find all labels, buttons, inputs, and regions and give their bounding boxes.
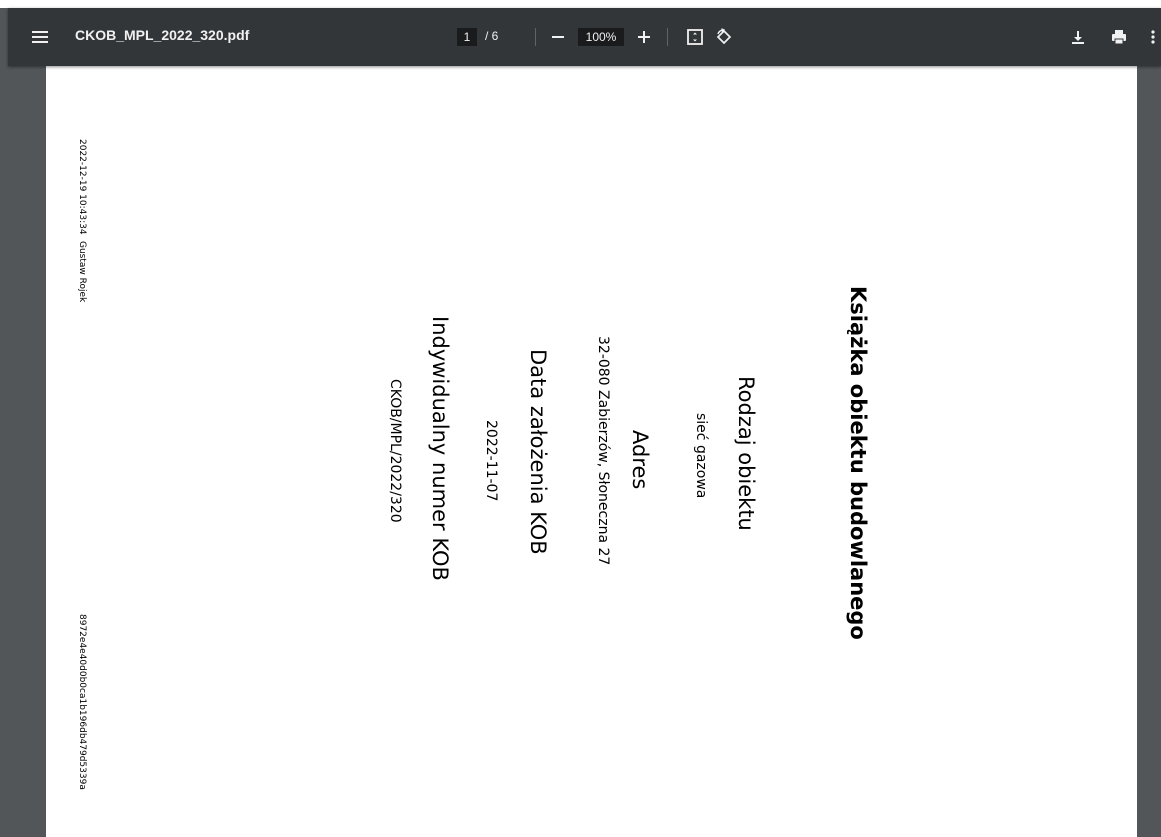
print-icon[interactable] <box>1107 25 1131 49</box>
more-vert-icon[interactable] <box>1141 25 1161 49</box>
zoom-input[interactable] <box>578 28 624 46</box>
section-heading: Adres <box>628 430 652 490</box>
document-author: Gustaw Rojek <box>77 241 87 303</box>
page-count: / 6 <box>485 29 499 43</box>
document-hash: 8972e4e40d0b0ca1b196db479d5339a <box>77 614 87 790</box>
section-value: sieć gazowa <box>693 413 709 499</box>
fit-to-page-icon[interactable] <box>683 25 707 49</box>
pdf-page: 2022-12-19 10:43:34 Gustaw Rojek 8972e4e… <box>46 66 1137 837</box>
section-value: 32-080 Zabierzów, Słoneczna 27 <box>595 336 611 566</box>
document-heading: Książka obiektu budowlanego <box>846 286 870 640</box>
page-number-input[interactable] <box>457 28 477 46</box>
rotate-icon[interactable] <box>712 25 736 49</box>
section-heading: Indywidualny numer KOB <box>428 316 452 581</box>
section-heading: Rodzaj obiektu <box>734 376 758 531</box>
document-title: CKOB_MPL_2022_320.pdf <box>75 27 250 43</box>
pdf-viewer-area[interactable]: 2022-12-19 10:43:34 Gustaw Rojek 8972e4e… <box>8 66 1161 837</box>
download-icon[interactable] <box>1066 25 1090 49</box>
section-heading: Data założenia KOB <box>526 349 550 555</box>
section-value: 2022-11-07 <box>483 420 499 502</box>
minus-icon[interactable] <box>546 25 570 49</box>
window-top-edge <box>0 0 1161 8</box>
section-value: CKOB/MPL/2022/320 <box>387 379 403 523</box>
document-timestamp: 2022-12-19 10:43:34 <box>77 139 87 235</box>
toolbar-divider <box>667 28 668 46</box>
menu-icon[interactable] <box>28 25 52 49</box>
toolbar-divider <box>535 28 536 46</box>
pdf-toolbar: CKOB_MPL_2022_320.pdf / 6 <box>8 8 1161 66</box>
plus-icon[interactable] <box>632 25 656 49</box>
